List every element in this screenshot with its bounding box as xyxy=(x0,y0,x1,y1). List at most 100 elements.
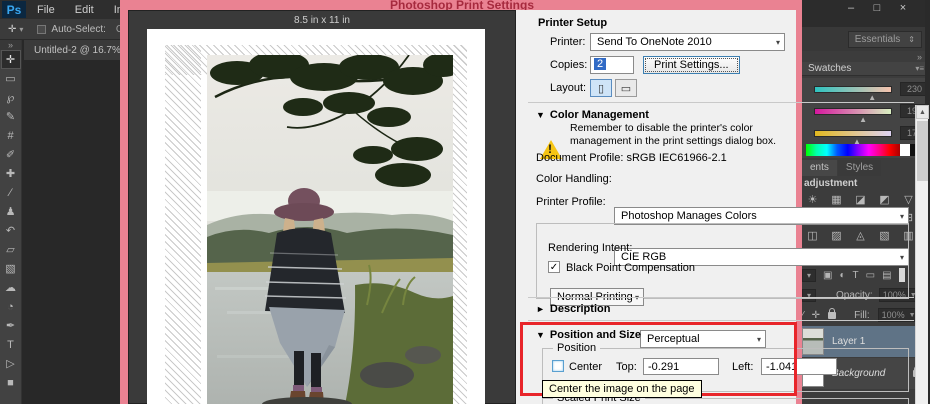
red-value[interactable]: 230 xyxy=(900,82,926,96)
printer-profile-label: Printer Profile: xyxy=(536,196,606,208)
red-slider[interactable]: ▲ xyxy=(814,86,892,93)
tooltip-text: Center the image on the page xyxy=(549,383,695,395)
color-management-heading[interactable]: ▼Color Management xyxy=(536,109,649,121)
workspace-label: Essentials xyxy=(855,34,901,45)
eraser-tool[interactable]: ▱ xyxy=(1,240,21,259)
panel-menu-icon[interactable]: ▾≡ xyxy=(915,64,924,73)
photoshop-app: Ps File Edit Image L ✛ ▾ Auto-Select: Gr… xyxy=(0,0,930,404)
collapse-dock-icon[interactable]: » xyxy=(802,52,928,62)
color-handling-value: Photoshop Manages Colors xyxy=(621,210,757,222)
menu-edit[interactable]: Edit xyxy=(66,4,103,16)
slider-thumb[interactable]: ▲ xyxy=(868,93,876,102)
menu-file[interactable]: File xyxy=(28,4,64,16)
check-icon: ✓ xyxy=(550,262,558,273)
color-ramp-row xyxy=(802,144,928,158)
chevron-down-icon: ▾ xyxy=(757,335,761,344)
pen-tool[interactable]: ✒ xyxy=(1,316,21,335)
divider xyxy=(528,102,914,103)
scroll-up-icon[interactable]: ▲ xyxy=(916,105,929,119)
landscape-icon: ▭ xyxy=(621,82,631,95)
slider-thumb[interactable]: ▲ xyxy=(859,115,867,124)
minimize-button[interactable]: – xyxy=(842,2,860,14)
dialog-title-bar[interactable]: Photoshop Print Settings xyxy=(128,0,796,10)
top-label: Top: xyxy=(616,361,637,373)
black-point-checkbox[interactable]: ✓ xyxy=(548,261,560,273)
move-tool-icon: ✛ xyxy=(6,53,15,66)
close-button[interactable]: × xyxy=(894,2,912,14)
green-slider[interactable]: ▲ xyxy=(814,108,892,115)
move-tool[interactable]: ✛ xyxy=(1,50,21,69)
warning-line2: management in the print settings dialog … xyxy=(570,135,776,148)
shape-icon: ■ xyxy=(7,377,14,389)
left-input[interactable] xyxy=(761,358,837,375)
history-brush-tool[interactable]: ↶ xyxy=(1,221,21,240)
center-checkbox[interactable] xyxy=(552,360,564,372)
lock-all-icon[interactable] xyxy=(828,312,836,319)
history-brush-icon: ↶ xyxy=(6,224,15,237)
lock-image-icon[interactable]: ∕ xyxy=(802,310,804,321)
crop-tool[interactable]: # xyxy=(1,126,21,145)
blue-slider[interactable]: ▲ xyxy=(814,130,892,137)
layout-landscape-button[interactable]: ▭ xyxy=(615,79,637,97)
clone-stamp-tool[interactable]: ♟ xyxy=(1,202,21,221)
dialog-scrollbar[interactable]: ▲ xyxy=(915,105,928,404)
copies-input[interactable]: 2 xyxy=(590,56,634,74)
description-heading[interactable]: ►Description xyxy=(536,303,610,315)
restore-button[interactable]: □ xyxy=(868,2,886,14)
warning-line1: Remember to disable the printer's color xyxy=(570,122,776,135)
chevron-down-icon: ▾ xyxy=(776,38,780,47)
triangle-down-icon: ▼ xyxy=(536,110,545,120)
print-image[interactable] xyxy=(207,55,453,404)
position-group-label: Position xyxy=(553,342,600,354)
fill-label: Fill: xyxy=(854,310,870,321)
lock-position-icon[interactable]: ✛ xyxy=(812,310,820,321)
swatches-tab[interactable]: Swatches xyxy=(808,63,851,74)
brightness-contrast-icon[interactable]: ☀ xyxy=(804,193,821,207)
shape-tool[interactable]: ■ xyxy=(1,373,21,392)
lasso-tool[interactable]: ℘ xyxy=(1,88,21,107)
path-selection-tool[interactable]: ▷ xyxy=(1,354,21,373)
levels-icon[interactable]: ▦ xyxy=(828,193,845,207)
layout-portrait-button[interactable]: ▯ xyxy=(590,79,612,97)
curves-icon[interactable]: ◪ xyxy=(852,193,869,207)
marquee-icon: ▭ xyxy=(5,72,15,85)
gradient-icon: ▧ xyxy=(5,262,15,275)
top-input[interactable] xyxy=(643,358,719,375)
color-spectrum-ramp[interactable] xyxy=(806,144,900,156)
eyedropper-tool[interactable]: ✐ xyxy=(1,145,21,164)
quick-selection-tool[interactable]: ✎ xyxy=(1,107,21,126)
position-size-label: Position and Size xyxy=(550,329,641,341)
layout-label: Layout: xyxy=(550,82,586,94)
rect-marquee-tool[interactable]: ▭ xyxy=(1,69,21,88)
gradient-tool[interactable]: ▧ xyxy=(1,259,21,278)
left-label: Left: xyxy=(732,361,753,373)
rendering-intent-select[interactable]: Perceptual ▾ xyxy=(640,330,766,348)
tooltip: Center the image on the page xyxy=(542,380,702,398)
brush-tool[interactable]: ∕ xyxy=(1,183,21,202)
chevron-down-icon[interactable]: ▾ xyxy=(19,25,23,34)
dodge-tool[interactable]: ◔ xyxy=(1,297,21,316)
healing-brush-tool[interactable]: ✚ xyxy=(1,164,21,183)
portrait-icon: ▯ xyxy=(598,82,604,95)
position-size-heading[interactable]: ▼Position and Size xyxy=(536,329,641,341)
blur-icon: ☁ xyxy=(5,281,16,294)
blur-tool[interactable]: ☁ xyxy=(1,278,21,297)
preview-page xyxy=(147,29,485,404)
type-icon: T xyxy=(7,339,14,351)
auto-select-checkbox[interactable] xyxy=(37,25,46,34)
chevron-down-icon: ▾ xyxy=(900,212,904,221)
lasso-icon: ℘ xyxy=(7,91,15,104)
scrollbar-thumb[interactable] xyxy=(917,121,928,181)
exposure-icon[interactable]: ◩ xyxy=(876,193,893,207)
type-tool[interactable]: T xyxy=(1,335,21,354)
print-settings-button[interactable]: Print Settings... xyxy=(643,56,740,74)
document-tab[interactable]: Untitled-2 @ 16.7% (RGB xyxy=(24,40,120,60)
tab-adjustments-partial[interactable]: ents xyxy=(802,160,837,176)
copies-label: Copies: xyxy=(550,59,587,71)
rendering-intent-label: Rendering Intent: xyxy=(548,242,632,254)
printer-select[interactable]: Send To OneNote 2010 ▾ xyxy=(590,33,785,51)
tab-styles[interactable]: Styles xyxy=(838,160,881,176)
quick-selection-icon: ✎ xyxy=(6,110,15,123)
workspace-switcher[interactable]: Essentials ⇕ xyxy=(848,31,922,48)
collapse-toolbar-icon[interactable]: » xyxy=(0,40,21,50)
